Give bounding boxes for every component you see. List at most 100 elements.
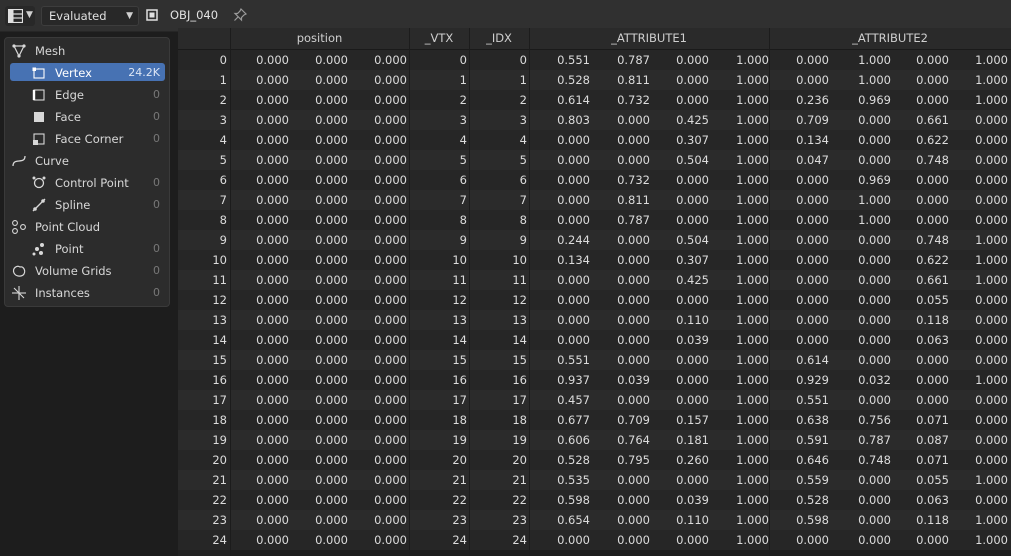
table-cell: 0.000 [975, 133, 1008, 147]
table-row[interactable]: 20 0.000 0.000 0.000 20 20 0.528 0.795 0.260 1.00… [178, 450, 1011, 470]
table-cell: 1.000 [736, 513, 769, 527]
table-cell: 0.000 [557, 153, 590, 167]
table-row[interactable]: 19 0.000 0.000 0.000 19 19 0.606 0.764 0.181 1.00… [178, 430, 1011, 450]
sidebar-item-spline[interactable]: Spline 0 [5, 194, 169, 216]
table-cell: 4 [459, 133, 467, 147]
column-header[interactable]: position [230, 28, 409, 50]
mode-select-label: Evaluated [49, 9, 107, 23]
table-cell: 1.000 [975, 373, 1008, 387]
table-cell: 14 [452, 333, 467, 347]
column-divider [230, 28, 231, 556]
table-cell: 0.000 [256, 313, 289, 327]
table-row[interactable]: 22 0.000 0.000 0.000 22 22 0.598 0.000 0.039 1.00… [178, 490, 1011, 510]
sidebar-item-face-corner[interactable]: Face Corner 0 [5, 128, 169, 150]
table-cell: 0.000 [617, 513, 650, 527]
table-cell: 0.000 [676, 393, 709, 407]
pin-icon[interactable] [232, 7, 248, 23]
table-cell: 20 [512, 453, 527, 467]
sidebar-item-face[interactable]: Face 0 [5, 106, 169, 128]
table-cell: 0.795 [617, 453, 650, 467]
table-cell: 1.000 [975, 53, 1008, 67]
table-cell: 0.709 [617, 413, 650, 427]
table-cell: 0.756 [858, 413, 891, 427]
column-header[interactable]: _VTX [409, 28, 469, 50]
table-cell: 0.000 [374, 413, 407, 427]
table-cell: 0.803 [557, 113, 590, 127]
column-header[interactable]: _ATTRIBUTE2 [769, 28, 1011, 50]
table-cell: 0.000 [975, 313, 1008, 327]
sidebar-item-point-cloud[interactable]: Point Cloud [5, 216, 169, 238]
table-row[interactable]: 0 0.000 0.000 0.000 0 0 0.551 0.787 0.000 1.000 0.… [178, 50, 1011, 70]
table-row[interactable]: 23 0.000 0.000 0.000 23 23 0.654 0.000 0.110 1.00… [178, 510, 1011, 530]
table-row[interactable]: 21 0.000 0.000 0.000 21 21 0.535 0.000 0.000 1.00… [178, 470, 1011, 490]
table-cell: 0.063 [916, 333, 949, 347]
table-row[interactable]: 9 0.000 0.000 0.000 9 9 0.244 0.000 0.504 1.000 0.… [178, 230, 1011, 250]
sidebar-item-volume-grids[interactable]: Volume Grids 0 [5, 260, 169, 282]
sidebar-item-count: 0 [153, 286, 160, 299]
table-cell: 0.000 [557, 193, 590, 207]
sidebar-item-label: Vertex [55, 66, 92, 80]
sidebar-item-mesh[interactable]: Mesh [5, 40, 169, 62]
table-row[interactable]: 2 0.000 0.000 0.000 2 2 0.614 0.732 0.000 1.000 0.… [178, 90, 1011, 110]
table-row[interactable]: 15 0.000 0.000 0.000 15 15 0.551 0.000 0.000 1.00… [178, 350, 1011, 370]
spline-icon [32, 198, 46, 212]
table-row[interactable]: 24 0.000 0.000 0.000 24 24 0.000 0.000 0.000 1.00… [178, 530, 1011, 550]
editor-type-button[interactable]: ▼ [5, 6, 35, 26]
sidebar-item-point[interactable]: Point 0 [5, 238, 169, 260]
table-row[interactable]: 17 0.000 0.000 0.000 17 17 0.457 0.000 0.000 1.00… [178, 390, 1011, 410]
row-index: 17 [212, 393, 227, 407]
table-cell: 1.000 [736, 473, 769, 487]
table-row[interactable]: 18 0.000 0.000 0.000 18 18 0.677 0.709 0.157 1.00… [178, 410, 1011, 430]
table-cell: 0.000 [617, 133, 650, 147]
table-cell: 0.000 [858, 113, 891, 127]
table-cell: 0.000 [374, 113, 407, 127]
volume-icon [12, 265, 26, 277]
table-row[interactable]: 16 0.000 0.000 0.000 16 16 0.937 0.039 0.000 1.00… [178, 370, 1011, 390]
table-cell: 0.732 [617, 173, 650, 187]
spreadsheet-table[interactable]: 0 0.000 0.000 0.000 0 0 0.551 0.787 0.000 1.000 0.… [178, 28, 1011, 556]
table-cell: 0.000 [374, 473, 407, 487]
row-index: 20 [212, 453, 227, 467]
table-cell: 0.000 [256, 393, 289, 407]
table-cell: 0.000 [315, 493, 348, 507]
table-row[interactable]: 3 0.000 0.000 0.000 3 3 0.803 0.000 0.425 1.000 0.… [178, 110, 1011, 130]
sidebar-item-instances[interactable]: Instances 0 [5, 282, 169, 304]
evaluation-mode-select[interactable]: Evaluated ▼ [41, 6, 139, 26]
column-header[interactable]: _ATTRIBUTE1 [529, 28, 769, 50]
table-row[interactable]: 1 0.000 0.000 0.000 1 1 0.528 0.811 0.000 1.000 0.… [178, 70, 1011, 90]
table-row[interactable]: 11 0.000 0.000 0.000 11 11 0.000 0.000 0.425 1.00… [178, 270, 1011, 290]
sidebar-item-count: 0 [153, 110, 160, 123]
sidebar-item-curve[interactable]: Curve [5, 150, 169, 172]
table-row[interactable]: 7 0.000 0.000 0.000 7 7 0.000 0.811 0.000 1.000 0.… [178, 190, 1011, 210]
row-index: 22 [212, 493, 227, 507]
table-cell: 23 [512, 513, 527, 527]
table-cell: 0.000 [858, 153, 891, 167]
table-row[interactable]: 14 0.000 0.000 0.000 14 14 0.000 0.000 0.039 1.00… [178, 330, 1011, 350]
table-row[interactable]: 4 0.000 0.000 0.000 4 4 0.000 0.000 0.307 1.000 0.… [178, 130, 1011, 150]
table-cell: 0.000 [256, 133, 289, 147]
table-cell: 0.811 [617, 193, 650, 207]
table-cell: 0.000 [315, 313, 348, 327]
table-row[interactable]: 6 0.000 0.000 0.000 6 6 0.000 0.732 0.000 1.000 0.… [178, 170, 1011, 190]
sidebar-item-edge[interactable]: Edge 0 [5, 84, 169, 106]
sidebar-item-vertex[interactable]: Vertex 24.2K [5, 62, 169, 84]
table-row[interactable]: 8 0.000 0.000 0.000 8 8 0.000 0.787 0.000 1.000 0.… [178, 210, 1011, 230]
table-cell: 24 [452, 533, 467, 547]
table-cell: 0.000 [916, 393, 949, 407]
column-header[interactable]: _IDX [469, 28, 529, 50]
table-row[interactable]: 12 0.000 0.000 0.000 12 12 0.000 0.000 0.000 1.00… [178, 290, 1011, 310]
sidebar-item-control-point[interactable]: Control Point 0 [5, 172, 169, 194]
table-cell: 0.000 [374, 93, 407, 107]
table-row[interactable]: 5 0.000 0.000 0.000 5 5 0.000 0.000 0.504 1.000 0.… [178, 150, 1011, 170]
table-row[interactable]: 10 0.000 0.000 0.000 10 10 0.134 0.000 0.307 1.00… [178, 250, 1011, 270]
table-cell: 1.000 [975, 253, 1008, 267]
table-cell: 0.000 [315, 293, 348, 307]
table-row[interactable]: 13 0.000 0.000 0.000 13 13 0.000 0.000 0.110 1.00… [178, 310, 1011, 330]
table-cell: 19 [512, 433, 527, 447]
table-cell: 1.000 [858, 193, 891, 207]
table-cell: 0.000 [617, 253, 650, 267]
table-cell: 0.000 [374, 393, 407, 407]
table-cell: 1.000 [975, 533, 1008, 547]
row-index: 3 [219, 113, 227, 127]
row-index: 24 [212, 533, 227, 547]
